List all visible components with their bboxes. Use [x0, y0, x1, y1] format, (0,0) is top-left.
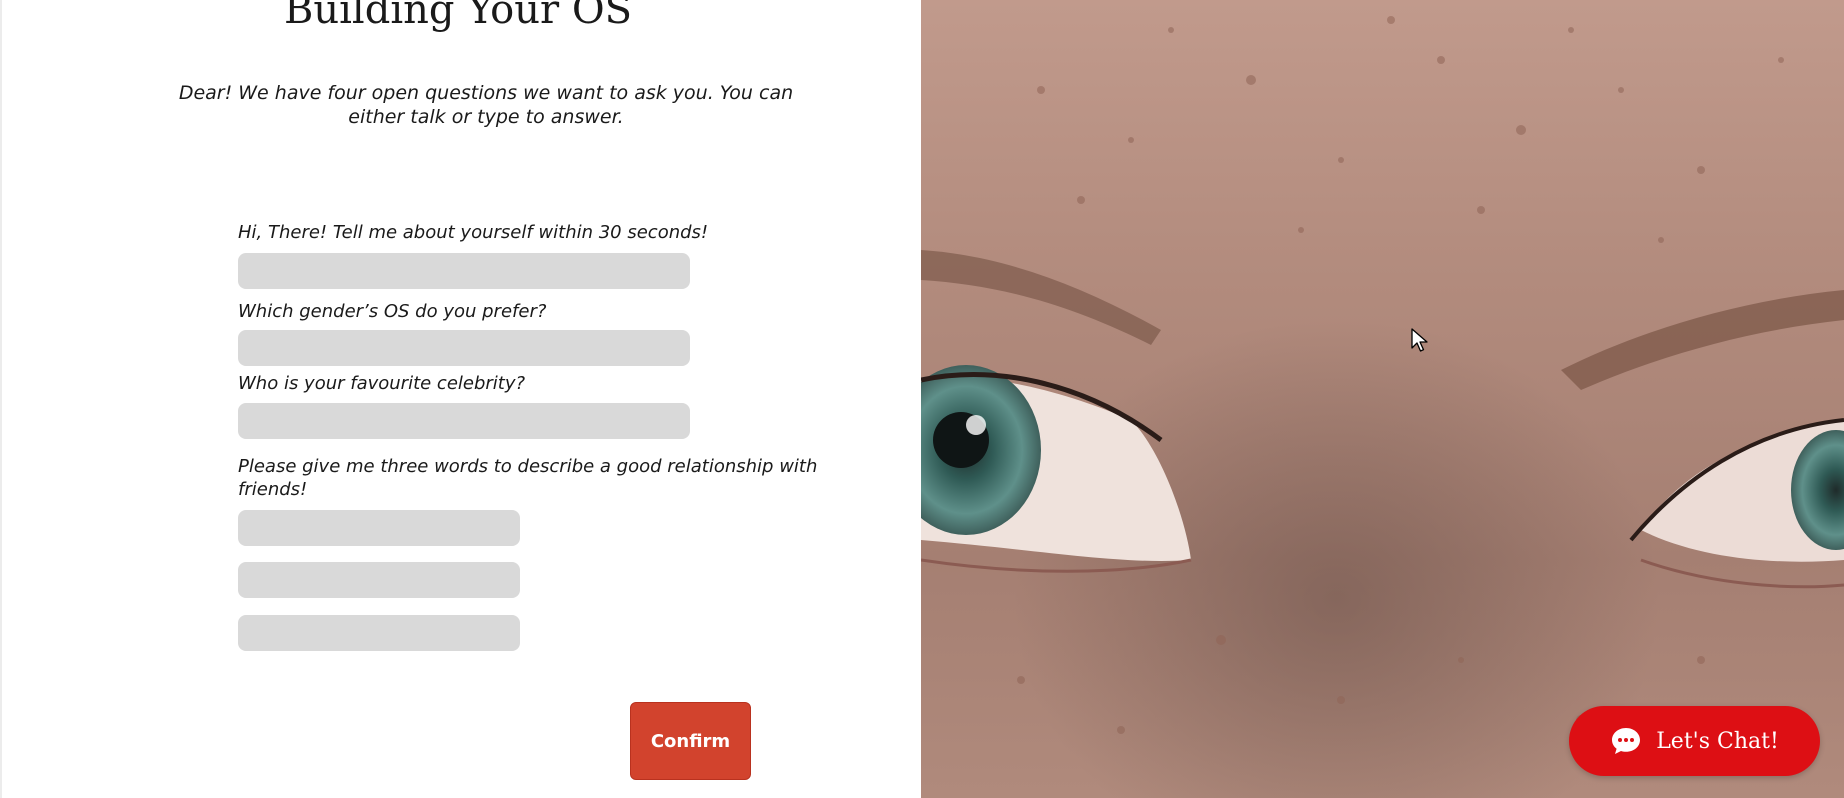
chat-bubble-icon	[1612, 728, 1641, 754]
about-yourself-input[interactable]	[238, 253, 690, 289]
confirm-button[interactable]: Confirm	[630, 702, 751, 780]
intro-text: Dear! We have four open questions we wan…	[178, 82, 794, 128]
question-label-about-yourself: Hi, There! Tell me about yourself within…	[238, 222, 709, 243]
form-panel: Building Your OS Dear! We have four open…	[0, 0, 921, 798]
chat-button[interactable]: Let's Chat!	[1569, 706, 1820, 776]
question-label-gender-os: Which gender’s OS do you prefer?	[238, 301, 547, 322]
page-title: Building Your OS	[283, 0, 633, 33]
relationship-word-1-input[interactable]	[238, 510, 520, 546]
chat-button-label: Let's Chat!	[1656, 728, 1779, 754]
gender-os-input[interactable]	[238, 330, 690, 366]
relationship-word-3-input[interactable]	[238, 615, 520, 651]
hero-image	[921, 0, 1844, 798]
question-label-celebrity: Who is your favourite celebrity?	[238, 373, 526, 394]
celebrity-input[interactable]	[238, 403, 690, 439]
question-label-relationship-words: Please give me three words to describe a…	[238, 456, 818, 500]
close-up-eyes-photo	[921, 0, 1844, 798]
mouse-pointer-icon	[1411, 328, 1428, 352]
relationship-word-2-input[interactable]	[238, 562, 520, 598]
